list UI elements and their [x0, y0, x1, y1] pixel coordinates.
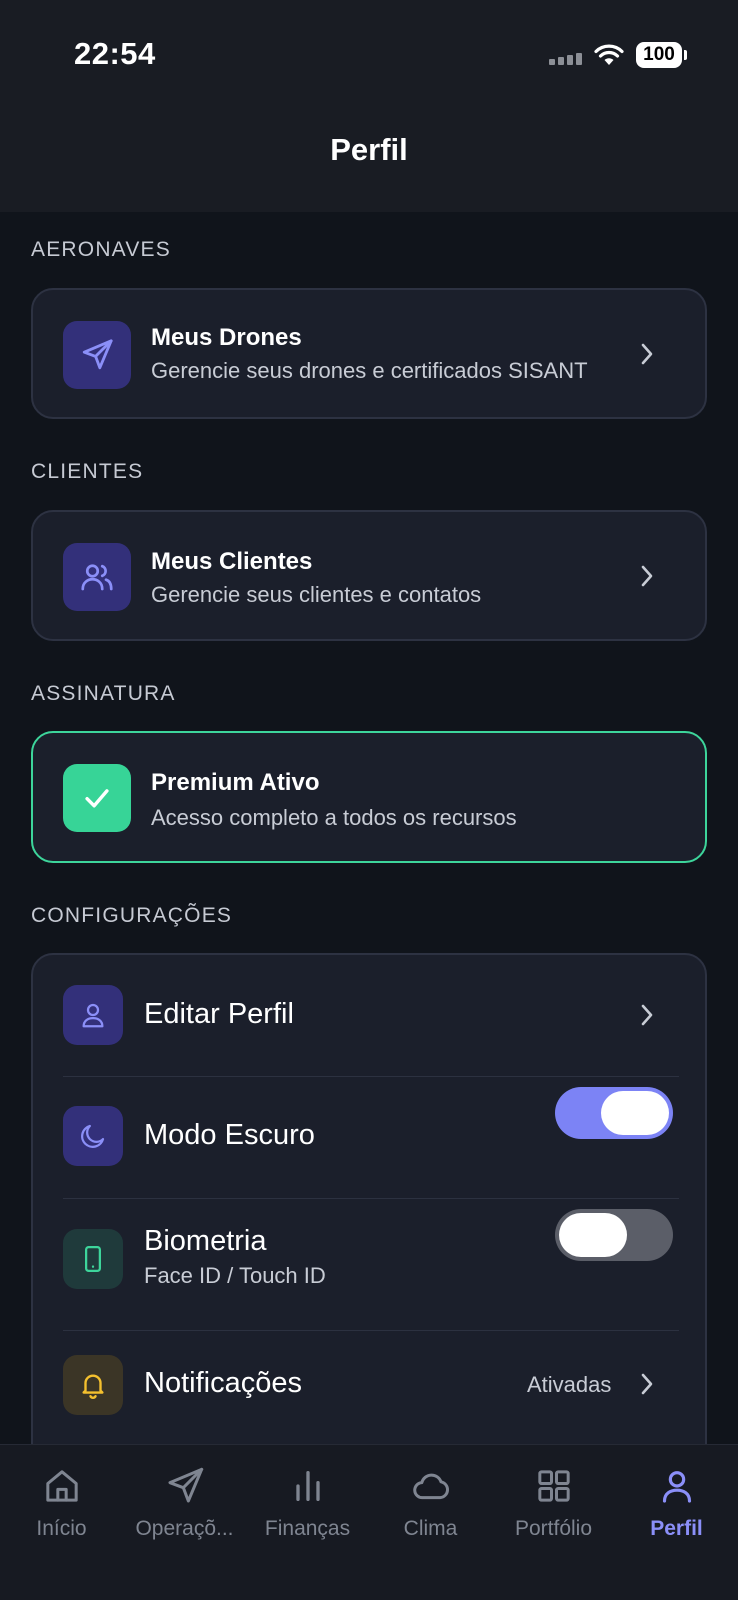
meus-clientes-card[interactable]: Meus Clientes Gerencie seus clientes e c…: [31, 510, 707, 641]
battery-icon: 100: [636, 42, 687, 68]
smartphone-icon: [63, 1229, 123, 1289]
page-title: Perfil: [330, 132, 408, 167]
send-icon: [123, 1463, 246, 1509]
check-icon: [63, 764, 131, 832]
meus-drones-title: Meus Drones: [151, 324, 302, 351]
tab-financas[interactable]: Finanças: [246, 1463, 369, 1541]
premium-status-card[interactable]: Premium Ativo Acesso completo a todos os…: [31, 731, 707, 863]
chevron-right-icon: [641, 1004, 653, 1026]
meus-clientes-subtitle: Gerencie seus clientes e contatos: [151, 582, 482, 607]
meus-drones-card[interactable]: Meus Drones Gerencie seus drones e certi…: [31, 288, 707, 419]
tab-clima[interactable]: Clima: [369, 1463, 492, 1541]
cellular-signal-icon: [549, 45, 582, 65]
tab-portfolio[interactable]: Portfólio: [492, 1463, 615, 1541]
tab-label: Finanças: [264, 1517, 351, 1540]
meus-drones-subtitle: Gerencie seus drones e certificados SISA…: [151, 358, 588, 383]
chevron-right-icon: [641, 565, 653, 587]
section-label-aeronaves: AERONAVES: [31, 238, 171, 261]
tab-bar: Início Operaçõ... Finanças Clima Portfól…: [0, 1444, 738, 1600]
editar-perfil-title: Editar Perfil: [144, 998, 294, 1030]
meus-clientes-title: Meus Clientes: [151, 548, 313, 575]
bar-chart-icon: [246, 1463, 369, 1509]
chevron-right-icon: [641, 343, 653, 365]
modo-escuro-row: Modo Escuro: [33, 1077, 705, 1197]
status-icons: 100: [549, 40, 687, 70]
wifi-icon: [594, 43, 624, 67]
tab-perfil[interactable]: Perfil: [615, 1463, 738, 1541]
tab-label: Clima: [403, 1517, 458, 1540]
tab-inicio[interactable]: Início: [0, 1463, 123, 1541]
home-icon: [0, 1463, 123, 1509]
toggle-knob: [559, 1213, 627, 1257]
settings-card: Editar Perfil Modo Escuro Biometria Face…: [31, 953, 707, 1473]
top-bar: 22:54 100 Perfil: [0, 0, 738, 212]
tab-label: Portfólio: [514, 1517, 593, 1540]
section-label-clientes: CLIENTES: [31, 460, 144, 483]
bell-icon: [63, 1355, 123, 1415]
notificacoes-title: Notificações: [144, 1367, 302, 1399]
send-icon: [63, 321, 131, 389]
modo-escuro-toggle[interactable]: [555, 1087, 673, 1139]
tab-label: Início: [36, 1517, 87, 1540]
cloud-icon: [369, 1463, 492, 1509]
premium-title: Premium Ativo: [151, 769, 320, 796]
biometria-title: Biometria: [144, 1225, 267, 1257]
premium-subtitle: Acesso completo a todos os recursos: [151, 805, 517, 830]
toggle-knob: [601, 1091, 669, 1135]
moon-icon: [63, 1106, 123, 1166]
user-icon: [615, 1463, 738, 1509]
tab-label: Operaçõ...: [135, 1517, 234, 1540]
chevron-right-icon: [641, 1373, 653, 1395]
grid-icon: [492, 1463, 615, 1509]
status-time: 22:54: [74, 36, 156, 71]
editar-perfil-row[interactable]: Editar Perfil: [33, 955, 705, 1075]
notificacoes-value: Ativadas: [527, 1372, 612, 1397]
section-label-assinatura: ASSINATURA: [31, 682, 176, 705]
user-icon: [63, 985, 123, 1045]
biometria-toggle[interactable]: [555, 1209, 673, 1261]
biometria-row: Biometria Face ID / Touch ID: [33, 1199, 705, 1329]
notificacoes-row[interactable]: Notificações Ativadas: [33, 1331, 705, 1451]
modo-escuro-title: Modo Escuro: [144, 1119, 315, 1151]
biometria-subtitle: Face ID / Touch ID: [144, 1263, 326, 1288]
section-label-configuracoes: CONFIGURAÇÕES: [31, 904, 233, 927]
users-icon: [63, 543, 131, 611]
tab-operacoes[interactable]: Operaçõ...: [123, 1463, 246, 1541]
tab-label: Perfil: [650, 1517, 703, 1540]
